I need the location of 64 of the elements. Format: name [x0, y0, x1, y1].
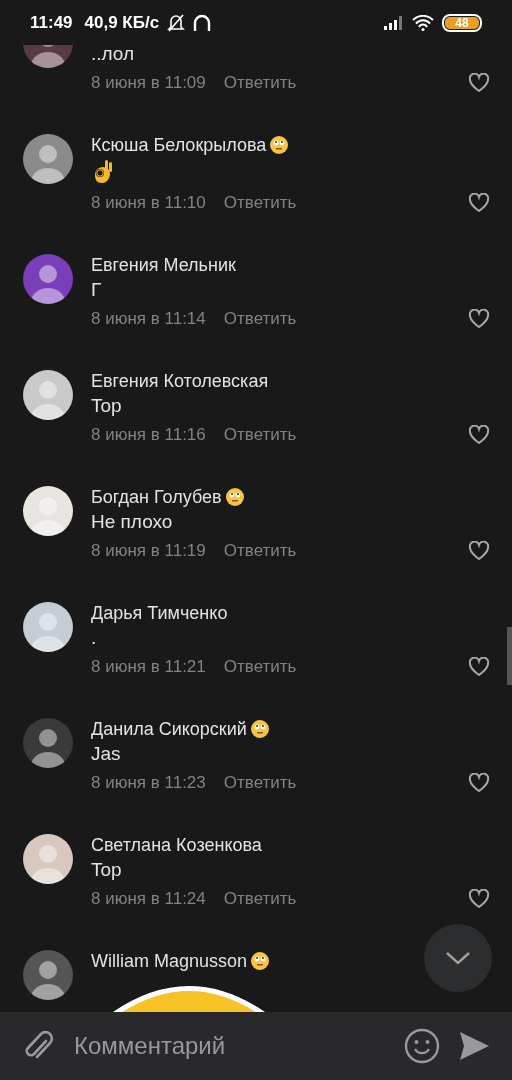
comment-field[interactable]: Комментарий [72, 1031, 386, 1061]
comment-date: 8 июня в 11:14 [91, 309, 206, 329]
author-name[interactable]: Данила Сикорский [91, 718, 247, 740]
comment-date: 8 июня в 11:21 [91, 657, 206, 677]
comment-date: 8 июня в 11:24 [91, 889, 206, 909]
comment-text: Jas [91, 742, 122, 766]
reply-link[interactable]: Ответить [223, 425, 297, 445]
comment-date: 8 июня в 11:10 [91, 193, 206, 213]
author-name[interactable]: Евгения Котолевская [91, 370, 269, 392]
author-name[interactable]: William Magnusson [91, 950, 248, 972]
reply-link[interactable]: Ответить [223, 773, 297, 793]
like-icon[interactable] [468, 889, 490, 909]
avatar[interactable] [23, 254, 73, 304]
avatar[interactable] [23, 134, 73, 184]
like-icon[interactable] [468, 309, 490, 329]
emoji-icon [224, 487, 245, 507]
avatar[interactable] [23, 718, 73, 768]
emoji-icon [249, 719, 270, 739]
emoji-icon[interactable] [404, 1028, 440, 1064]
wifi-icon [412, 14, 434, 31]
avatar[interactable] [23, 370, 73, 420]
chevron-down-icon [445, 951, 471, 965]
avatar[interactable] [23, 950, 73, 1000]
comment-text: Top [91, 394, 123, 418]
author-name[interactable]: Ксюша Белокрылова [91, 134, 267, 156]
reply-link[interactable]: Ответить [223, 309, 297, 329]
author-name[interactable]: Светлана Козенкова [91, 834, 262, 856]
headphones-icon [193, 12, 212, 33]
clock: 11:49 [30, 12, 73, 33]
comment-date: 8 июня в 11:16 [91, 425, 206, 445]
comment-text: . [91, 626, 98, 650]
reply-link[interactable]: Ответить [223, 193, 297, 213]
author-name[interactable]: Дарья Тимченко [91, 602, 228, 624]
emoji-icon [269, 135, 290, 155]
like-icon[interactable] [468, 73, 490, 93]
signal-icon [384, 15, 404, 30]
bell-off-icon [167, 12, 186, 33]
comment-date: 8 июня в 11:19 [91, 541, 206, 561]
comment-date: 8 июня в 11:09 [91, 73, 206, 93]
avatar[interactable] [23, 602, 73, 652]
like-icon[interactable] [468, 541, 490, 561]
comment-text: Г [91, 278, 103, 302]
avatar[interactable] [23, 486, 73, 536]
comment-bar[interactable]: Комментарий [0, 1012, 512, 1080]
like-icon[interactable] [468, 773, 490, 793]
author-name[interactable]: Евгения Мельник [91, 254, 236, 276]
scroll-bar[interactable] [507, 627, 512, 685]
like-icon[interactable] [468, 425, 490, 445]
reply-link[interactable]: Ответить [223, 73, 297, 93]
reply-link[interactable]: Ответить [223, 889, 297, 909]
avatar[interactable] [23, 834, 73, 884]
network-speed: 40,9 КБ/с [84, 12, 160, 33]
emoji-icon [250, 951, 271, 971]
comment-date: 8 июня в 11:23 [91, 773, 206, 793]
comment-text: Top [91, 858, 123, 882]
author-name[interactable]: Богдан Голубев [91, 486, 222, 508]
reply-link[interactable]: Ответить [223, 541, 297, 561]
reply-link[interactable]: Ответить [223, 657, 297, 677]
battery-percent: 48 [455, 16, 469, 29]
comment-text: Не плохо [91, 510, 174, 534]
comment-text: ..лол [91, 45, 136, 66]
send-icon[interactable] [458, 1030, 490, 1062]
like-icon[interactable] [468, 193, 490, 213]
like-icon[interactable] [468, 657, 490, 677]
